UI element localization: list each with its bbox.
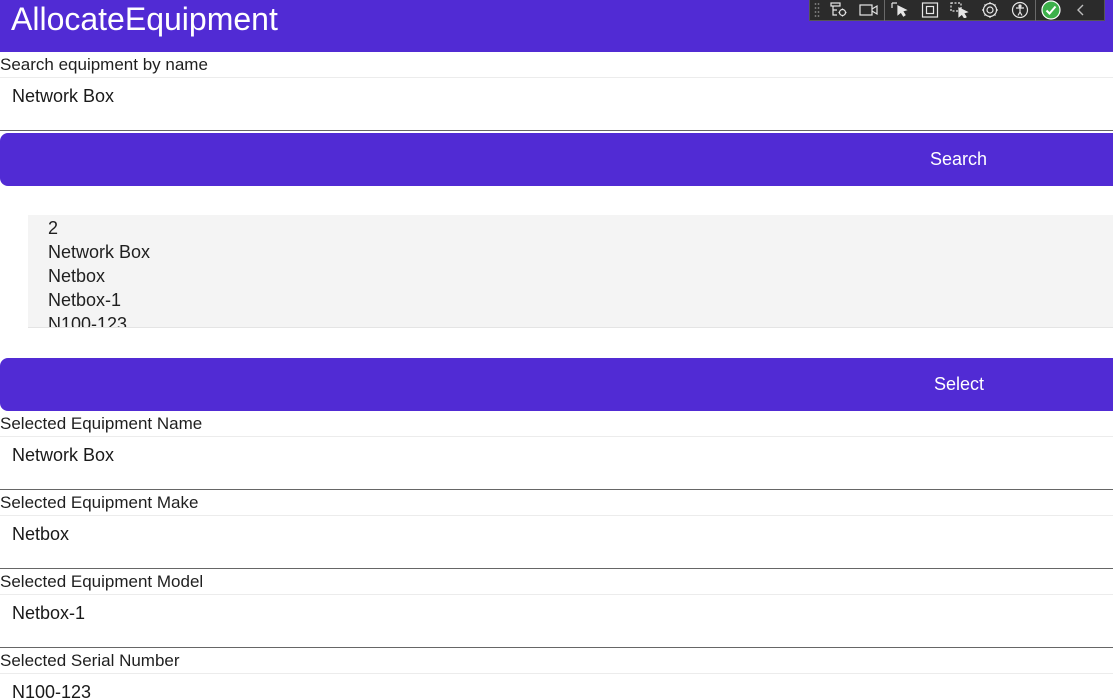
search-input[interactable] xyxy=(12,84,1102,108)
search-button[interactable]: Search xyxy=(0,133,1113,186)
select-button-label: Select xyxy=(934,374,985,394)
grip-icon[interactable] xyxy=(810,0,824,21)
select-element-icon[interactable] xyxy=(885,0,915,21)
selected-model-label: Selected Equipment Model xyxy=(0,572,204,591)
devtools-toolbar xyxy=(809,0,1105,21)
accessibility-icon[interactable] xyxy=(1005,0,1035,21)
list-item[interactable]: Network Box xyxy=(48,243,150,267)
selected-name-input[interactable] xyxy=(12,443,1102,467)
selected-make-input[interactable] xyxy=(12,522,1102,546)
live-visual-tree-icon[interactable] xyxy=(824,0,854,21)
record-icon[interactable] xyxy=(854,0,884,21)
search-field[interactable] xyxy=(0,77,1113,131)
display-layout-adorners-icon[interactable] xyxy=(915,0,945,21)
page-title: AllocateEquipment xyxy=(11,1,278,37)
selected-name-label: Selected Equipment Name xyxy=(0,414,203,433)
selected-model-input[interactable] xyxy=(12,601,1102,625)
list-item[interactable]: Netbox xyxy=(48,267,105,291)
selected-name-field[interactable] xyxy=(0,436,1113,490)
list-item[interactable]: N100-123 xyxy=(48,315,127,327)
search-button-label: Search xyxy=(930,149,988,169)
selected-serial-field[interactable] xyxy=(0,673,1113,700)
selected-serial-label: Selected Serial Number xyxy=(0,651,180,670)
binding-failures-icon[interactable] xyxy=(975,0,1005,21)
app-title-bar: AllocateEquipment xyxy=(0,0,1113,52)
track-focused-element-icon[interactable] xyxy=(945,0,975,21)
search-label: Search equipment by name xyxy=(0,55,208,74)
collapse-chevron-icon[interactable] xyxy=(1066,0,1096,21)
equipment-results-list[interactable]: 2 Network Box Netbox Netbox-1 N100-123 xyxy=(28,215,1113,328)
list-item[interactable]: Netbox-1 xyxy=(48,291,121,315)
list-item[interactable]: 2 xyxy=(48,219,58,243)
check-icon[interactable] xyxy=(1036,0,1066,21)
selected-make-label: Selected Equipment Make xyxy=(0,493,199,512)
selected-model-field[interactable] xyxy=(0,594,1113,648)
selected-make-field[interactable] xyxy=(0,515,1113,569)
select-button[interactable]: Select xyxy=(0,358,1113,411)
selected-serial-input[interactable] xyxy=(12,680,1102,700)
